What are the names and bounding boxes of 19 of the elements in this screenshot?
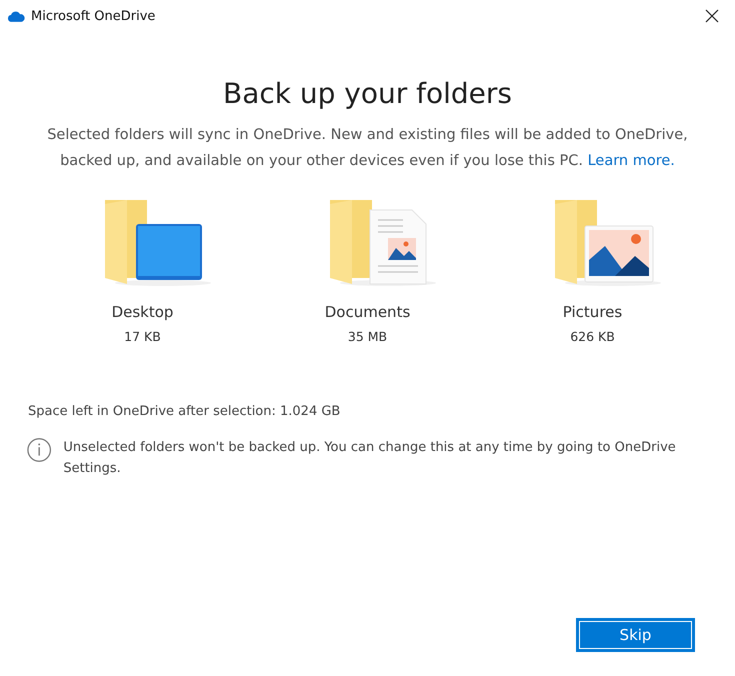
folder-size: 17 KB	[124, 329, 161, 344]
folder-laptop-icon	[102, 198, 212, 288]
folder-name: Desktop	[112, 303, 174, 321]
close-icon[interactable]	[705, 9, 719, 23]
skip-button[interactable]: Skip	[576, 618, 695, 652]
window-title: Microsoft OneDrive	[31, 8, 156, 24]
cloud-icon	[7, 10, 25, 22]
folder-size: 626 KB	[570, 329, 615, 344]
folder-picture-icon	[552, 198, 662, 288]
description: Selected folders will sync in OneDrive. New and existing files will be added to OneDrive, backed up, and available on your other devices even if you lose this PC. Learn more.	[46, 126, 689, 171]
folder-document-icon	[328, 198, 438, 288]
folder-name: Pictures	[562, 303, 622, 321]
info-text: Unselected folders won't be backed up. You can change this at any time by going to OneDrive Settings.	[63, 439, 677, 478]
folder-size: 35 MB	[348, 329, 388, 344]
learn-more-link[interactable]: Learn more.	[588, 153, 675, 169]
folder-name: Documents	[324, 303, 410, 321]
info-icon	[27, 437, 52, 463]
heading: Back up your folders	[222, 77, 514, 110]
space-left-text: Space left in OneDrive after selection: 1.024 GB	[28, 404, 342, 419]
